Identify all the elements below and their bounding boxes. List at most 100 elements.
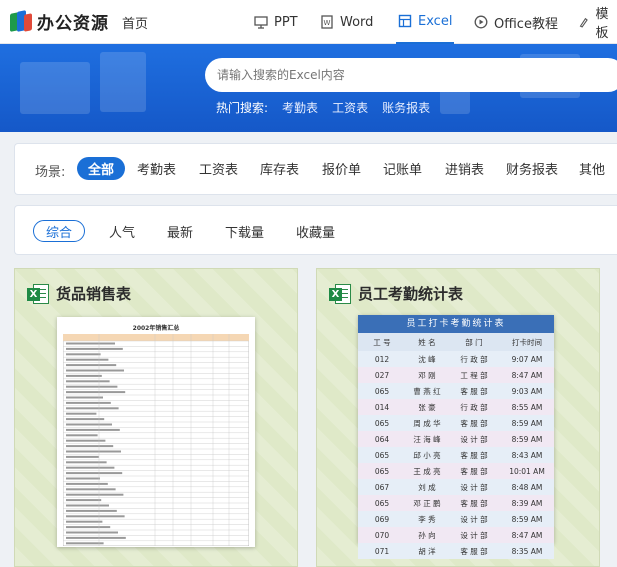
scene-chip[interactable]: 其他 <box>568 157 616 180</box>
table-cell: 邓 正 鹏 <box>413 498 441 508</box>
table-cell: 065 <box>374 466 390 476</box>
sort-option[interactable]: 人气 <box>109 220 135 242</box>
table-cell: 设 计 部 <box>460 514 488 524</box>
scene-chip[interactable]: 财务报表 <box>495 157 569 180</box>
table-row: 064 汪 海 峰 设 计 部 8:59 AM <box>358 431 554 447</box>
table-cell: 李 秀 <box>418 514 436 524</box>
nav-home-link[interactable]: 首页 <box>122 13 148 32</box>
nav-tab-word[interactable]: W Word <box>320 0 373 44</box>
search-input[interactable] <box>217 68 617 82</box>
table-row: 065 邓 正 鹏 客 服 部 8:39 AM <box>358 495 554 511</box>
nav-tab-office-tutorial[interactable]: Office教程 <box>474 0 558 44</box>
column-header: 打卡时间 <box>512 337 542 347</box>
hot-search-link[interactable]: 考勤表 <box>282 99 318 116</box>
card-header: X 货品销售表 <box>27 283 131 304</box>
table-cell: 012 <box>374 354 390 364</box>
table-cell: 067 <box>374 482 390 492</box>
table-row: 070 孙 向 设 计 部 8:47 AM <box>358 527 554 543</box>
scene-chip[interactable]: 库存表 <box>249 157 310 180</box>
table-cell: 8:59 AM <box>511 434 543 444</box>
hot-search-link[interactable]: 账务报表 <box>382 99 430 116</box>
table-cell: 069 <box>374 514 390 524</box>
card-title: 货品销售表 <box>56 285 132 303</box>
scene-chip[interactable]: 工资表 <box>188 157 249 180</box>
table-row: 012 沈 峰 行 政 部 9:07 AM <box>358 351 554 367</box>
excel-icon: X <box>27 283 49 304</box>
scene-chip[interactable]: 记账单 <box>372 157 433 180</box>
table-row: 065 王 成 亮 客 服 部 10:01 AM <box>358 463 554 479</box>
hot-search-link[interactable]: 工资表 <box>332 99 368 116</box>
search-box[interactable] <box>205 58 617 92</box>
play-icon <box>474 15 488 29</box>
table-cell: 孙 向 <box>418 530 436 540</box>
table-row: 067 刘 成 设 计 部 8:48 AM <box>358 479 554 495</box>
nav-tab-label: Office教程 <box>494 16 558 32</box>
preview-sheet-title: 2002年销售汇总 <box>132 325 180 332</box>
table-cell: 王 成 亮 <box>413 466 441 476</box>
table-cell: 9:03 AM <box>511 386 543 396</box>
table-cell: 行 政 部 <box>460 402 488 412</box>
table-cell: 工 程 部 <box>460 370 488 380</box>
table-row: 027 邓 刚 工 程 部 8:47 AM <box>358 367 554 383</box>
document-icon: W <box>321 15 333 29</box>
scene-filter-bar: 场景: 全部 考勤表 工资表 库存表 报价单 记账单 进销表 财务报表 其他 <box>14 143 617 195</box>
table-cell: 027 <box>374 370 390 380</box>
card-title: 员工考勤统计表 <box>358 285 464 303</box>
nav-tab-label: 模板 <box>595 7 609 41</box>
table-cell: 8:59 AM <box>511 418 543 428</box>
site-logo[interactable]: 办公资源 <box>10 9 109 34</box>
scene-chip[interactable]: 考勤表 <box>126 157 187 180</box>
nav-tab-excel[interactable]: Excel <box>396 0 455 44</box>
table-cell: 周 成 华 <box>413 418 441 428</box>
template-card[interactable]: X 货品销售表 2002年销售汇总 <box>14 268 298 567</box>
table-cell: 8:47 AM <box>511 530 543 540</box>
table-cell: 065 <box>374 418 390 428</box>
brush-icon <box>579 17 588 28</box>
table-cell: 8:59 AM <box>511 514 543 524</box>
table-cell: 065 <box>374 498 390 508</box>
table-cell: 客 服 部 <box>460 418 488 428</box>
logo-icon <box>10 9 32 33</box>
table-cell: 客 服 部 <box>460 498 488 508</box>
sort-option[interactable]: 下载量 <box>225 220 264 242</box>
scene-filter-label: 场景: <box>35 165 66 180</box>
table-cell: 客 服 部 <box>460 386 488 396</box>
nav-tab-ppt[interactable]: PPT <box>254 0 298 44</box>
table-cell: 065 <box>374 450 390 460</box>
card-preview-image: 员工打卡考勤统计表 工 号 姓 名 部 门 打卡时间 012 沈 峰行 政 部 9:… <box>358 315 554 559</box>
scene-chip[interactable]: 报价单 <box>311 157 372 180</box>
table-cell: 汪 海 峰 <box>413 434 441 444</box>
table-cell: 014 <box>374 402 390 412</box>
sort-option[interactable]: 收藏量 <box>296 220 335 242</box>
hot-searches: 热门搜索: 考勤表 工资表 账务报表 <box>216 99 430 116</box>
table-cell: 行 政 部 <box>460 354 488 364</box>
scene-chip-all[interactable]: 全部 <box>77 157 126 180</box>
table-cell: 客 服 部 <box>460 450 488 460</box>
table-cell: 8:48 AM <box>511 482 543 492</box>
presentation-icon <box>254 16 268 29</box>
card-preview-image: 2002年销售汇总 <box>57 317 255 547</box>
table-row: 065 周 成 华 客 服 部 8:59 AM <box>358 415 554 431</box>
table-cell: 8:39 AM <box>511 498 543 508</box>
table-cell: 8:55 AM <box>511 402 543 412</box>
nav-tab-label: Excel <box>418 13 453 29</box>
table-cell: 10:01 AM <box>509 466 545 476</box>
table-row: 071 胡 洋 客 服 部 8:35 AM <box>358 543 554 559</box>
table-row: 014 张 豪 行 政 部 8:55 AM <box>358 399 554 415</box>
preview-table-header: 工 号 姓 名 部 门 打卡时间 <box>358 333 554 351</box>
table-cell: 9:07 AM <box>511 354 543 364</box>
nav-tab-templates[interactable]: 模板 <box>578 0 617 44</box>
sort-option[interactable]: 最新 <box>167 220 193 242</box>
scene-chip[interactable]: 进销表 <box>434 157 495 180</box>
sort-option-default[interactable]: 综合 <box>33 220 86 242</box>
table-cell: 邓 刚 <box>418 370 436 380</box>
spreadsheet-icon <box>398 14 412 28</box>
table-cell: 设 计 部 <box>460 530 488 540</box>
table-cell: 8:35 AM <box>511 546 543 556</box>
table-cell: 曹 燕 红 <box>413 386 441 396</box>
sort-bar: 综合 人气 最新 下载量 收藏量 <box>14 205 617 255</box>
table-cell: 8:43 AM <box>511 450 543 460</box>
column-header: 姓 名 <box>418 337 436 347</box>
preview-sheet-title: 员工打卡考勤统计表 <box>358 315 554 333</box>
table-row: 065 曹 燕 红 客 服 部 9:03 AM <box>358 383 554 399</box>
